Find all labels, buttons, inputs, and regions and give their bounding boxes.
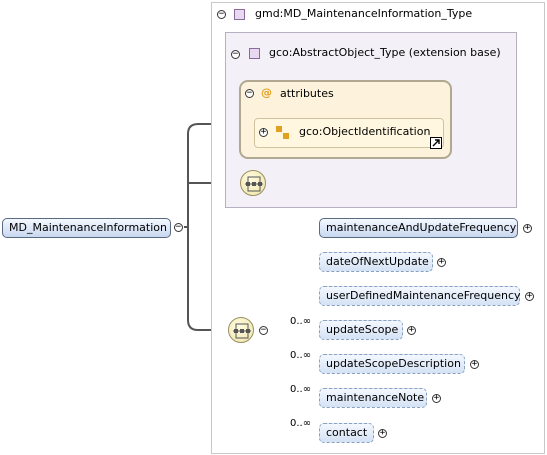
type-name: gmd:MD_MaintenanceInformation_Type bbox=[255, 7, 473, 20]
expand-toggle[interactable]: + bbox=[437, 258, 446, 267]
expand-toggle[interactable]: + bbox=[470, 360, 479, 369]
attribute-group-icon bbox=[276, 126, 289, 139]
attributes-label: attributes bbox=[280, 87, 334, 100]
collapse-toggle[interactable]: − bbox=[259, 326, 268, 335]
attribute-icon: @ bbox=[261, 86, 272, 99]
expand-toggle[interactable]: + bbox=[432, 394, 441, 403]
root-element[interactable]: MD_MaintenanceInformation bbox=[2, 218, 171, 238]
complex-type-icon bbox=[249, 48, 260, 59]
base-type-name: gco:AbstractObject_Type (extension base) bbox=[269, 46, 501, 59]
expand-toggle[interactable]: + bbox=[378, 429, 387, 438]
element-update-scope-description[interactable]: updateScopeDescription bbox=[319, 354, 465, 374]
occurrence-label: 0..∞ bbox=[290, 418, 312, 429]
collapse-toggle[interactable]: − bbox=[217, 10, 226, 19]
element-contact[interactable]: contact bbox=[319, 423, 374, 443]
expand-toggle[interactable]: + bbox=[259, 128, 268, 137]
expand-toggle[interactable]: + bbox=[525, 292, 534, 301]
sequence-compositor-icon[interactable] bbox=[228, 317, 254, 343]
element-maintenance-note[interactable]: maintenanceNote bbox=[319, 388, 427, 408]
link-arrow-icon[interactable] bbox=[430, 137, 442, 149]
collapse-toggle[interactable]: − bbox=[231, 50, 240, 59]
attribute-group-name: gco:ObjectIdentification bbox=[299, 125, 431, 138]
expand-toggle[interactable]: + bbox=[523, 224, 532, 233]
expand-toggle[interactable]: + bbox=[407, 326, 416, 335]
element-update-scope[interactable]: updateScope bbox=[319, 320, 403, 340]
element-maintenance-and-update-frequency[interactable]: maintenanceAndUpdateFrequency bbox=[319, 218, 518, 238]
occurrence-label: 0..∞ bbox=[290, 350, 312, 361]
occurrence-label: 0..∞ bbox=[290, 384, 312, 395]
collapse-toggle[interactable]: − bbox=[245, 89, 254, 98]
sequence-compositor-icon[interactable] bbox=[240, 170, 266, 196]
element-user-defined-maintenance-frequency[interactable]: userDefinedMaintenanceFrequency bbox=[319, 286, 521, 306]
complex-type-icon bbox=[234, 9, 245, 20]
occurrence-label: 0..∞ bbox=[290, 316, 312, 327]
collapse-toggle[interactable]: − bbox=[174, 223, 183, 232]
element-date-of-next-update[interactable]: dateOfNextUpdate bbox=[319, 252, 433, 272]
